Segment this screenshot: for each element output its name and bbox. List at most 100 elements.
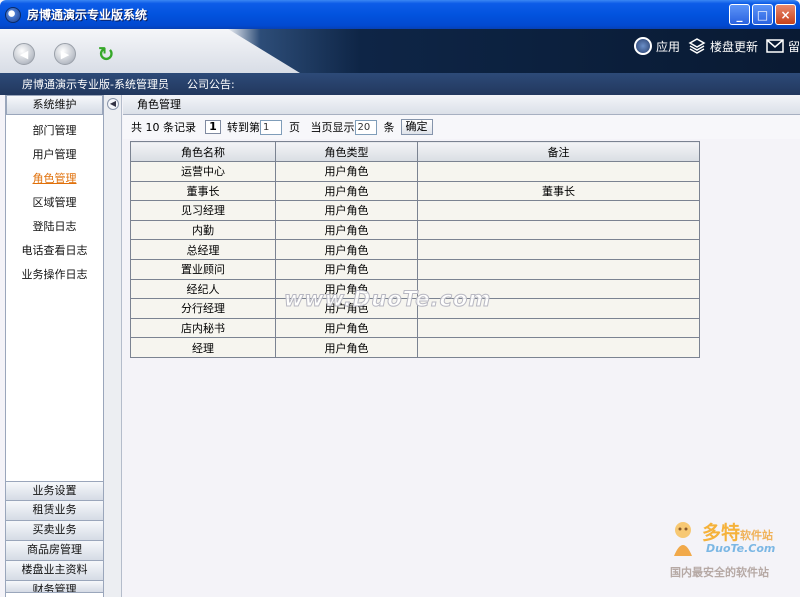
total-prefix: 共 [131,121,142,134]
toolbar-building-update-label: 楼盘更新 [709,39,758,54]
per-page-input[interactable] [354,119,377,135]
goto-page-input[interactable] [260,119,282,135]
remark-cell [417,258,700,280]
role-name-cell[interactable]: 董事长 [130,180,276,202]
back-arrow-icon: ◀ [19,47,29,61]
role-name-cell[interactable]: 经纪人 [130,278,276,300]
remark-cell [417,219,700,241]
sidebar-group-rental[interactable]: 租赁业务 [5,501,104,521]
table-row[interactable]: 经理 用户角色 [130,337,700,358]
current-page[interactable]: 1 [205,120,221,134]
back-button[interactable]: ◀ [13,43,35,65]
toolbar-building-update-button[interactable]: 楼盘更新 [688,37,758,55]
role-type-cell: 用户角色 [275,161,418,182]
center-watermark: www.DuoTe.com [283,287,492,312]
toolbar-apps-button[interactable]: 应用 [633,37,680,55]
sidebar-collapse-bar: ◀ [104,95,122,597]
maximize-button[interactable]: □ [752,4,773,25]
remark-cell [417,161,700,182]
title-bar: 房博通演示专业版系统 _ □ × [0,0,800,29]
remark-cell [417,200,700,221]
sidebar-group-owner-data[interactable]: 楼盘业主资料 [5,561,104,581]
app-icon [5,6,21,23]
role-name-cell[interactable]: 经理 [130,337,276,358]
watermark-slogan: 国内最安全的软件站 [670,566,769,579]
role-type-cell: 用户角色 [275,317,418,339]
toolbar-message-label: 留 [787,39,800,54]
role-type-cell: 用户角色 [275,200,418,221]
sidebar-group-commercial-housing[interactable]: 商品房管理 [5,541,104,561]
sidebar-item-operation-log[interactable]: 业务操作日志 [6,263,103,287]
sidebar-item-department[interactable]: 部门管理 [6,119,103,143]
remark-cell: 董事长 [417,180,700,202]
per-page-label: 当页显示 [310,121,355,134]
role-name-cell[interactable]: 运营中心 [130,161,276,182]
brand-watermark: 多特软件站 DuoTe.Com 国内最安全的软件站 [668,518,796,580]
toolbar-apps-label: 应用 [655,39,680,54]
sidebar: 系统维护 部门管理 用户管理 角色管理 区域管理 登陆日志 电话查看日志 业务操… [5,95,104,597]
sidebar-menu: 部门管理 用户管理 角色管理 区域管理 登陆日志 电话查看日志 业务操作日志 [6,115,103,287]
forward-button[interactable]: ▶ [54,43,76,65]
roles-table: 角色名称 角色类型 备注 运营中心 用户角色 董事长 用户角色 董事长 见习经理 用户角… [130,141,700,358]
total-count: 10 [145,120,160,134]
column-role-type[interactable]: 角色类型 [275,141,418,162]
info-bar: 房博通演示专业版-系统管理员 公司公告: [0,73,800,95]
table-row[interactable]: 内勤 用户角色 [130,219,700,241]
goto-label: 转到第 [227,121,260,134]
toolbar: ◀ ▶ ↻ 应用 楼盘更新 留 [0,29,800,73]
role-name-cell[interactable]: 店内秘书 [130,317,276,339]
table-row[interactable]: 运营中心 用户角色 [130,161,700,182]
mail-icon [766,37,784,55]
watermark-brand: 多特 [702,522,741,544]
table-row[interactable]: 店内秘书 用户角色 [130,317,700,339]
role-name-cell[interactable]: 总经理 [130,239,276,260]
watermark-brand-small: 软件站 [740,529,774,542]
role-type-cell: 用户角色 [275,180,418,202]
sidebar-group-system[interactable]: 系统维护 [6,95,103,115]
column-role-name[interactable]: 角色名称 [130,141,276,162]
page-unit: 页 [289,121,300,134]
table-row[interactable]: 董事长 用户角色 董事长 [130,180,700,202]
sidebar-item-phone-log[interactable]: 电话查看日志 [6,239,103,263]
sidebar-item-roles[interactable]: 角色管理 [6,167,103,191]
column-remark[interactable]: 备注 [417,141,700,162]
forward-arrow-icon: ▶ [60,47,70,61]
table-row[interactable]: 置业顾问 用户角色 [130,258,700,280]
role-type-cell: 用户角色 [275,337,418,358]
minimize-button[interactable]: _ [729,4,750,25]
table-row[interactable]: 见习经理 用户角色 [130,200,700,221]
confirm-button[interactable]: 确定 [400,119,433,135]
company-notice: 公司公告: [186,78,235,91]
layers-icon [688,37,706,55]
watermark-domain: DuoTe.Com [706,542,776,555]
role-name-cell[interactable]: 内勤 [130,219,276,241]
sidebar-item-users[interactable]: 用户管理 [6,143,103,167]
mascot-icon [674,522,692,556]
sidebar-group-finance[interactable]: 财务管理 [5,581,104,593]
total-suffix: 条记录 [163,121,196,134]
refresh-icon: ↻ [97,42,115,66]
page-title: 角色管理 [123,95,800,115]
globe-icon [633,37,652,55]
per-page-unit: 条 [383,121,395,134]
pager: 共 10 条记录 1 转到第 页 当页显示 条 确定 [123,115,800,139]
sidebar-item-regions[interactable]: 区域管理 [6,191,103,215]
sidebar-group-business-settings[interactable]: 业务设置 [5,481,104,501]
remark-cell [417,337,700,358]
role-type-cell: 用户角色 [275,258,418,280]
sidebar-group-sales[interactable]: 买卖业务 [5,521,104,541]
window-title: 房博通演示专业版系统 [27,8,148,22]
table-row[interactable]: 总经理 用户角色 [130,239,700,260]
current-user: 房博通演示专业版-系统管理员 [22,78,169,91]
toolbar-message-button[interactable]: 留 [766,37,800,55]
close-button[interactable]: × [775,4,796,25]
remark-cell [417,239,700,260]
role-name-cell[interactable]: 见习经理 [130,200,276,221]
remark-cell [417,317,700,339]
refresh-button[interactable]: ↻ [95,43,117,65]
table-header-row: 角色名称 角色类型 备注 [130,141,700,162]
collapse-sidebar-icon[interactable]: ◀ [107,98,119,110]
role-name-cell[interactable]: 分行经理 [130,298,276,319]
sidebar-item-login-log[interactable]: 登陆日志 [6,215,103,239]
role-name-cell[interactable]: 置业顾问 [130,258,276,280]
